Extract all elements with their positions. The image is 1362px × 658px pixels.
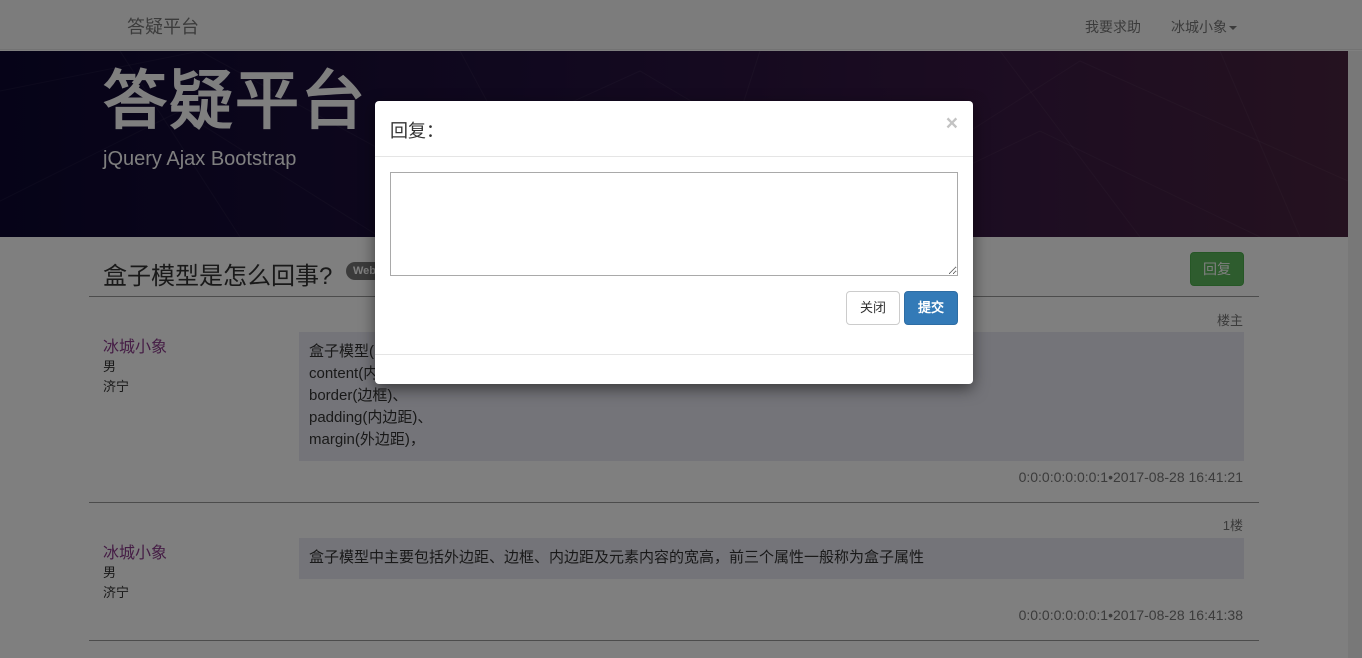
modal-title: 回复：	[390, 121, 444, 141]
reply-modal: 回复： × 关闭 提交	[375, 101, 973, 384]
close-button[interactable]: 关闭	[846, 291, 900, 325]
submit-button[interactable]: 提交	[904, 291, 958, 325]
modal-footer-divider	[375, 354, 973, 355]
modal-header-divider	[375, 156, 973, 157]
reply-textarea[interactable]	[390, 172, 958, 276]
close-icon[interactable]: ×	[946, 113, 958, 134]
